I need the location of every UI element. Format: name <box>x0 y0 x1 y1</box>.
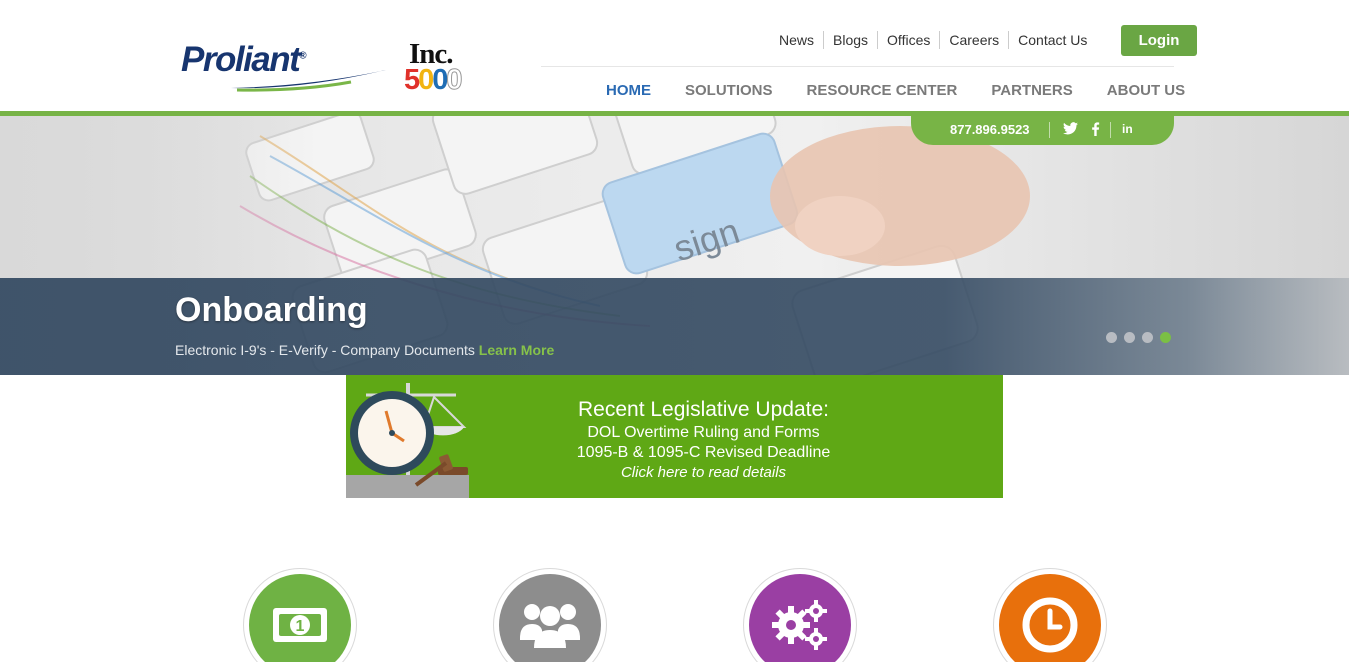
nav-item-resource-center[interactable]: RESOURCE CENTER <box>790 82 975 100</box>
feature-time[interactable] <box>993 568 1107 662</box>
svg-text:1: 1 <box>296 618 305 635</box>
facebook-icon[interactable] <box>1091 122 1100 139</box>
contact-separator <box>1110 122 1111 138</box>
contact-separator <box>1049 122 1050 138</box>
slider-dot-2[interactable] <box>1124 332 1135 343</box>
feature-solutions[interactable] <box>743 568 857 662</box>
phone-number[interactable]: 877.896.9523 <box>950 122 1030 137</box>
learn-more-link[interactable]: Learn More <box>479 342 554 358</box>
hero-title: Onboarding <box>175 291 368 329</box>
nav-item-about-us[interactable]: ABOUT US <box>1090 82 1202 100</box>
banner-title: Recent Legislative Update: <box>578 398 829 421</box>
feature-hr[interactable] <box>493 568 607 662</box>
legislative-update-banner[interactable]: Recent Legislative Update: DOL Overtime … <box>346 375 1003 498</box>
clock-icon <box>999 574 1101 662</box>
nav-item-solutions[interactable]: SOLUTIONS <box>668 82 790 100</box>
banner-text: Recent Legislative Update: DOL Overtime … <box>532 397 875 483</box>
nav-item-partners[interactable]: PARTNERS <box>974 82 1089 100</box>
utility-nav: News Blogs Offices Careers Contact Us <box>770 31 1096 49</box>
nav-link-contact-us[interactable]: Contact Us <box>1008 31 1096 49</box>
slider-dot-1[interactable] <box>1106 332 1117 343</box>
nav-item-home[interactable]: HOME <box>589 82 668 100</box>
nav-link-offices[interactable]: Offices <box>877 31 939 49</box>
slider-dot-3[interactable] <box>1142 332 1153 343</box>
proliant-logo[interactable]: Proliant® <box>181 40 391 96</box>
linkedin-icon[interactable]: in <box>1122 122 1133 136</box>
hero-subtitle-text: Electronic I-9's - E-Verify - Company Do… <box>175 342 475 358</box>
money-icon: 1 <box>249 574 351 662</box>
inc-number: 5000 <box>404 64 463 97</box>
site-header: Proliant® Inc. 5000 News Blogs Offices C… <box>0 0 1349 111</box>
clock-scale-gavel-icon <box>350 383 468 487</box>
group-icon <box>499 574 601 662</box>
nav-link-news[interactable]: News <box>770 31 823 49</box>
logo-swoosh-icon <box>231 70 386 92</box>
gears-icon <box>749 574 851 662</box>
slider-dots <box>1106 332 1178 343</box>
feature-payroll[interactable]: 1 <box>243 568 357 662</box>
main-nav: HOME SOLUTIONS RESOURCE CENTER PARTNERS … <box>589 82 1202 100</box>
hero-slider: sign Onboarding Electronic I-9's - E-Ver… <box>0 116 1349 375</box>
login-button[interactable]: Login <box>1121 25 1197 56</box>
banner-line-2: 1095-B & 1095-C Revised Deadline <box>576 444 831 461</box>
contact-tab: 877.896.9523 in <box>911 116 1174 145</box>
twitter-icon[interactable] <box>1063 122 1078 138</box>
nav-link-careers[interactable]: Careers <box>939 31 1008 49</box>
slider-dot-4[interactable] <box>1160 332 1171 343</box>
nav-divider <box>541 66 1174 67</box>
inc-5000-badge: Inc. 5000 <box>404 38 479 100</box>
banner-line-1: DOL Overtime Ruling and Forms <box>587 424 820 441</box>
nav-link-blogs[interactable]: Blogs <box>823 31 877 49</box>
hero-subtitle: Electronic I-9's - E-Verify - Company Do… <box>175 342 554 358</box>
banner-cta[interactable]: Click here to read details <box>532 463 875 483</box>
